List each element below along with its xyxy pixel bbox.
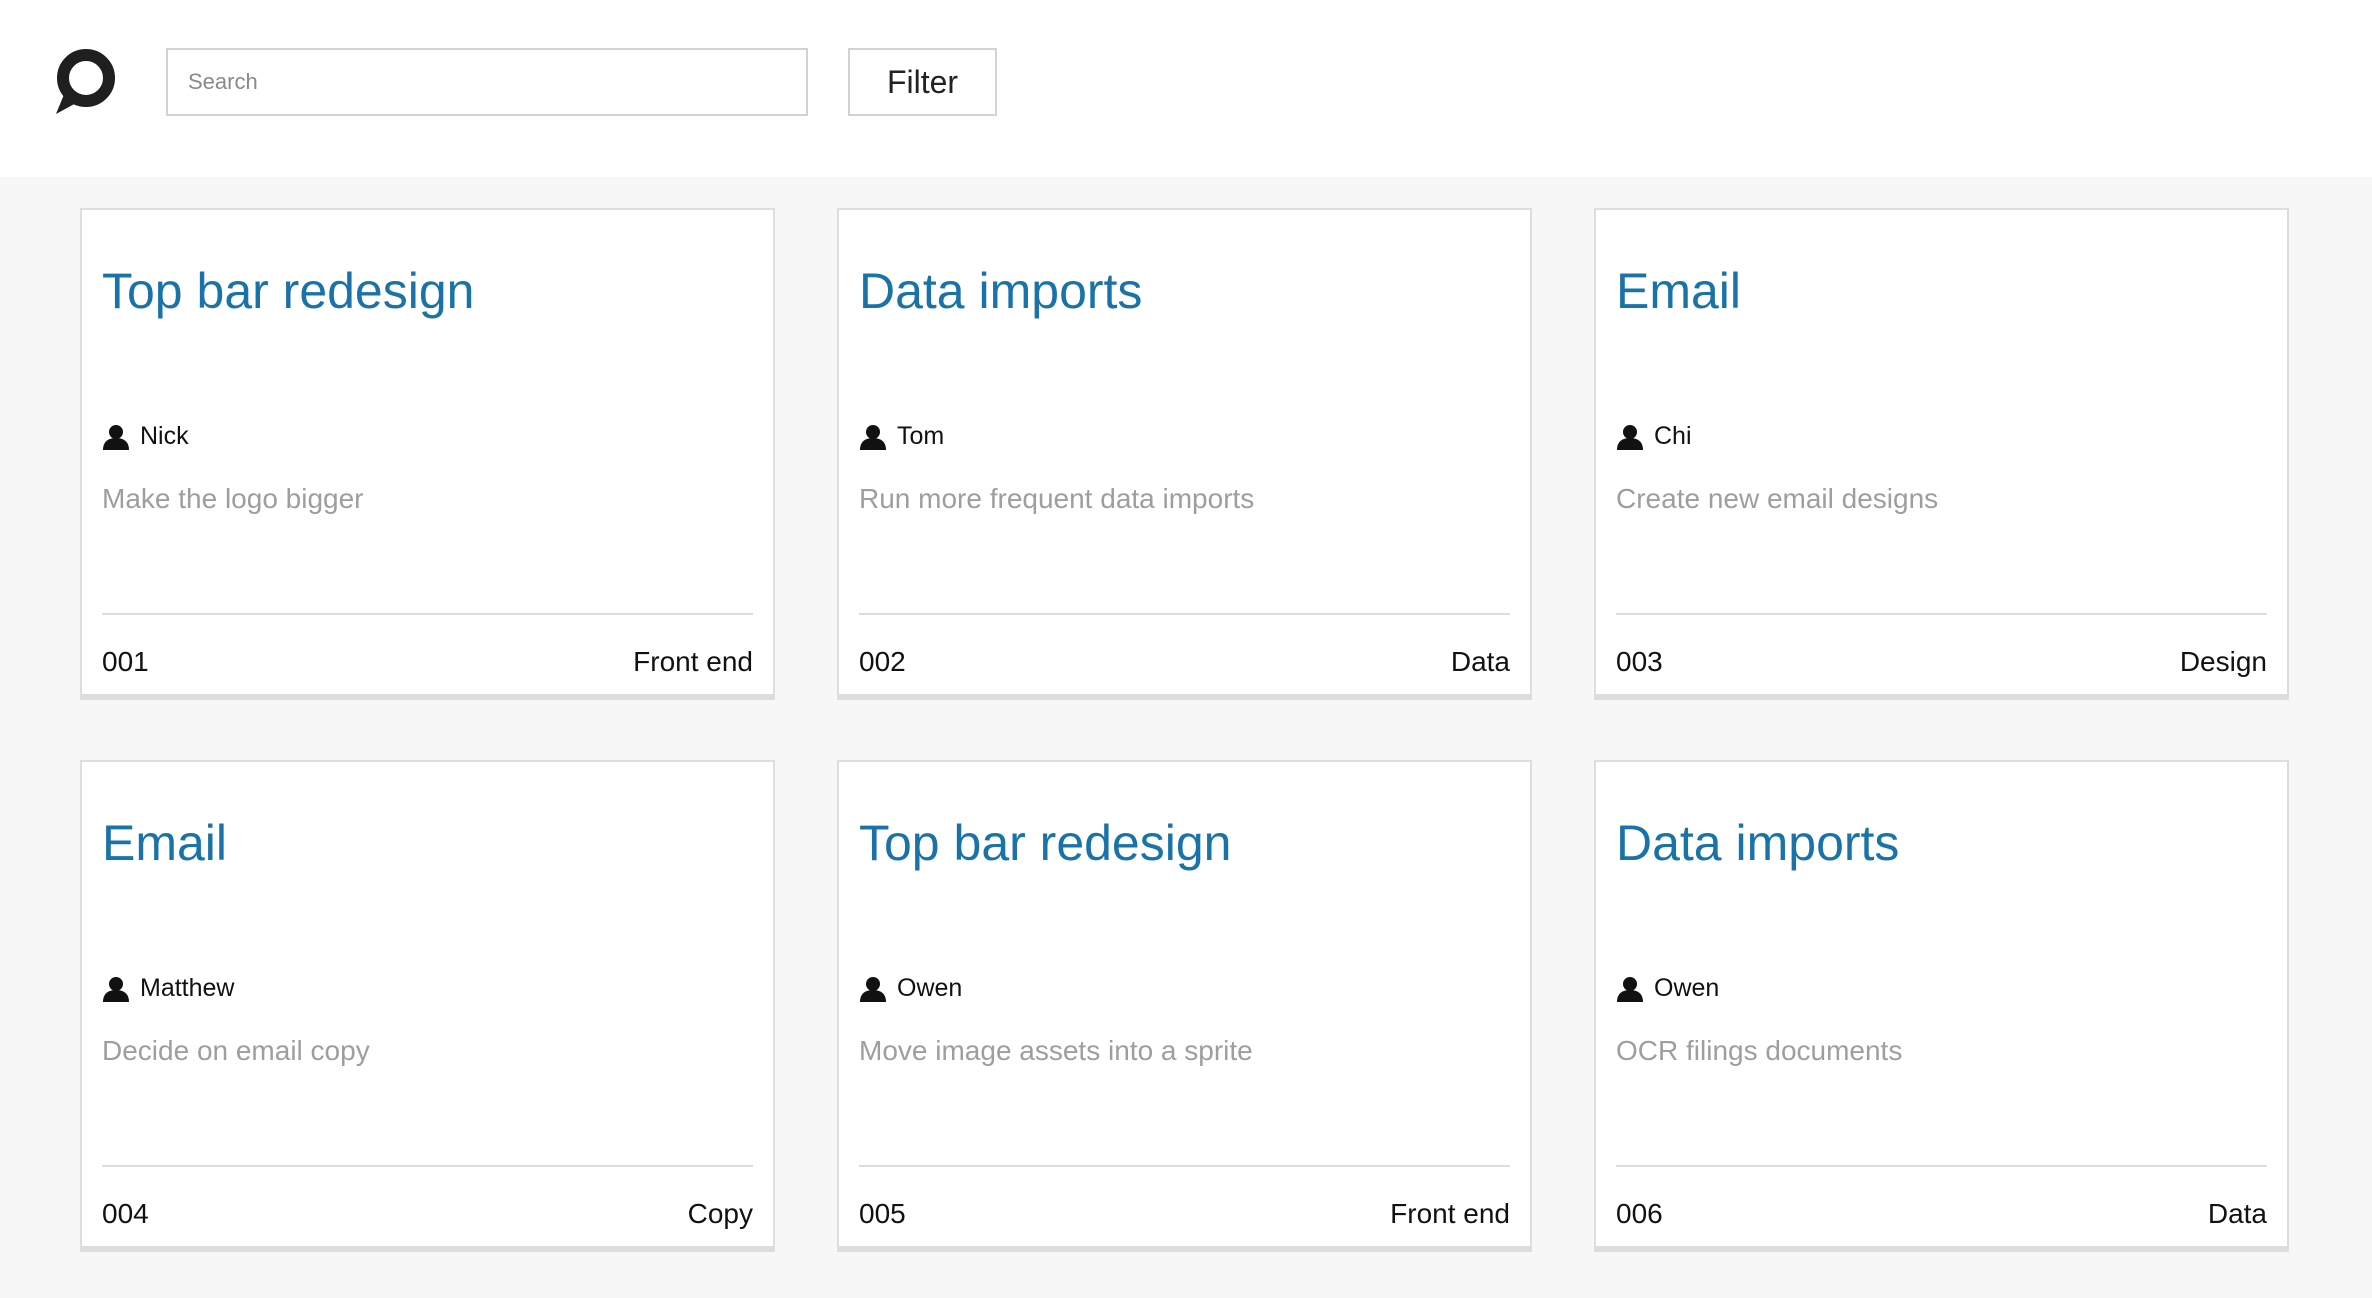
card-id: 002 bbox=[859, 646, 906, 677]
card-title[interactable]: Top bar redesign bbox=[102, 262, 474, 320]
task-card[interactable]: Top bar redesign Owen Move image assets … bbox=[837, 760, 1532, 1252]
card-assignee: Matthew bbox=[102, 974, 234, 1003]
user-icon bbox=[860, 976, 886, 1002]
card-assignee: Owen bbox=[859, 974, 962, 1003]
card-id: 005 bbox=[859, 1198, 906, 1229]
user-icon bbox=[103, 976, 129, 1002]
logo-icon[interactable] bbox=[48, 44, 124, 120]
card-assignee: Nick bbox=[102, 422, 189, 451]
card-id: 004 bbox=[102, 1198, 149, 1229]
card-id: 001 bbox=[102, 646, 149, 677]
task-card[interactable]: Email Chi Create new email designs 003 D… bbox=[1594, 208, 2289, 700]
filter-button[interactable]: Filter bbox=[848, 48, 997, 116]
card-tag: Front end bbox=[1390, 1198, 1510, 1229]
card-description: Create new email designs bbox=[1616, 483, 1939, 514]
card-divider bbox=[859, 1165, 1510, 1167]
assignee-name: Chi bbox=[1654, 422, 1692, 450]
card-tag: Data bbox=[2207, 1198, 2267, 1229]
card-description: Run more frequent data imports bbox=[859, 483, 1255, 514]
search-input[interactable] bbox=[166, 48, 808, 116]
user-icon bbox=[1617, 424, 1643, 450]
user-icon bbox=[103, 424, 129, 450]
card-tag: Copy bbox=[687, 1198, 753, 1229]
card-divider bbox=[1616, 613, 2267, 615]
user-icon bbox=[1617, 976, 1643, 1002]
card-tag: Design bbox=[2179, 646, 2267, 677]
card-divider bbox=[102, 613, 753, 615]
card-title[interactable]: Email bbox=[102, 814, 227, 872]
card-description: Move image assets into a sprite bbox=[859, 1035, 1253, 1066]
card-id: 003 bbox=[1616, 646, 1663, 677]
user-icon bbox=[860, 424, 886, 450]
task-card[interactable]: Data imports Owen OCR filings documents … bbox=[1594, 760, 2289, 1252]
card-title[interactable]: Data imports bbox=[859, 262, 1142, 320]
card-tag: Front end bbox=[633, 646, 753, 677]
card-description: Decide on email copy bbox=[102, 1035, 370, 1066]
card-assignee: Tom bbox=[859, 422, 944, 451]
assignee-name: Nick bbox=[140, 422, 189, 450]
card-title[interactable]: Top bar redesign bbox=[859, 814, 1231, 872]
task-card[interactable]: Email Matthew Decide on email copy 004 C… bbox=[80, 760, 775, 1252]
card-description: OCR filings documents bbox=[1616, 1035, 1903, 1066]
assignee-name: Tom bbox=[897, 422, 945, 450]
card-id: 006 bbox=[1616, 1198, 1663, 1229]
task-card[interactable]: Data imports Tom Run more frequent data … bbox=[837, 208, 1532, 700]
task-card[interactable]: Top bar redesign Nick Make the logo bigg… bbox=[80, 208, 775, 700]
card-description: Make the logo bigger bbox=[102, 483, 364, 514]
card-tag: Data bbox=[1450, 646, 1510, 677]
top-bar: Filter bbox=[0, 0, 2372, 177]
card-divider bbox=[1616, 1165, 2267, 1167]
card-assignee: Chi bbox=[1616, 422, 1692, 451]
card-divider bbox=[102, 1165, 753, 1167]
card-assignee: Owen bbox=[1616, 974, 1719, 1003]
card-title[interactable]: Email bbox=[1616, 262, 1741, 320]
assignee-name: Matthew bbox=[140, 974, 235, 1002]
card-title[interactable]: Data imports bbox=[1616, 814, 1899, 872]
card-divider bbox=[859, 613, 1510, 615]
assignee-name: Owen bbox=[897, 974, 963, 1002]
assignee-name: Owen bbox=[1654, 974, 1720, 1002]
